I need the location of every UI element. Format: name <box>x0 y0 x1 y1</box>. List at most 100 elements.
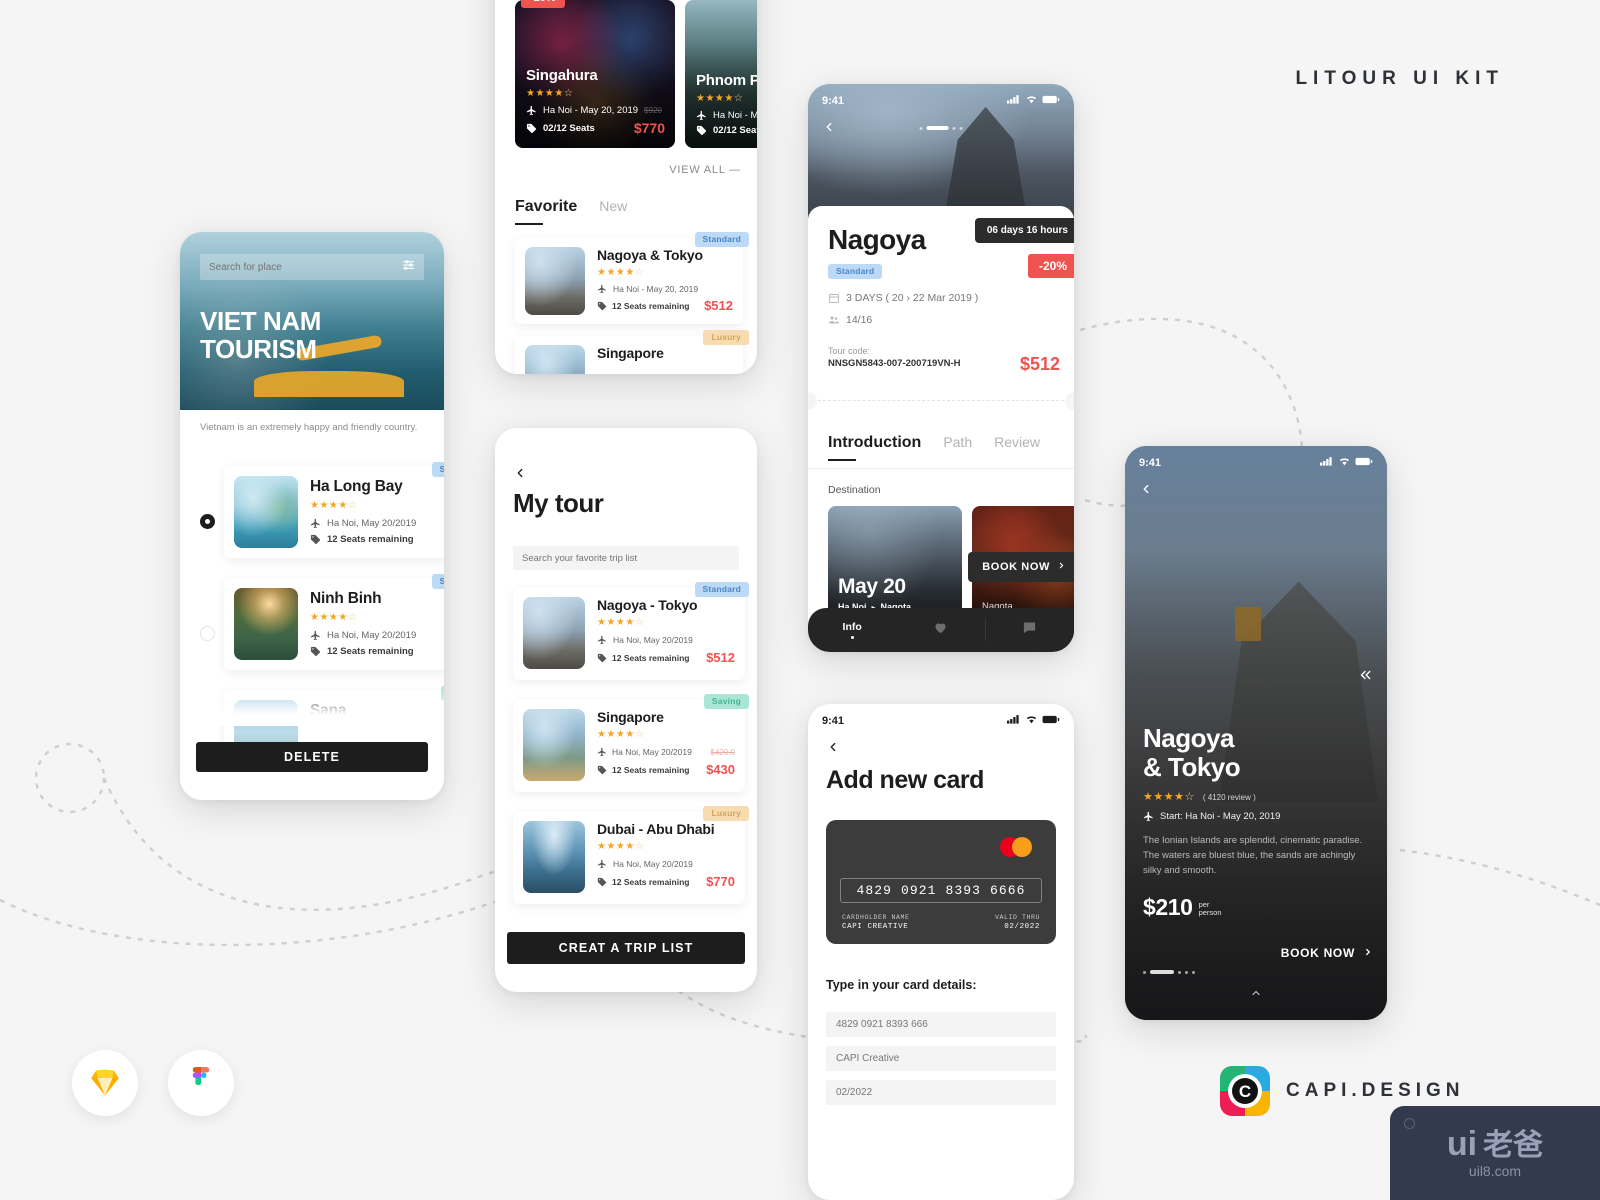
trip-title: Singapore <box>597 709 664 725</box>
status-bar: 9:41 <box>822 714 1060 727</box>
capi-logo-icon: C <box>1220 1066 1270 1116</box>
tab-new[interactable]: New <box>599 198 627 214</box>
rating-stars: ★★★★☆ <box>597 729 645 740</box>
list-item[interactable]: Ha Long Bay ★★★★☆ Ha Noi, May 20/2019 12… <box>200 462 444 558</box>
hero-title-line1: VIET NAM <box>200 306 322 336</box>
depart-info: Ha Noi - May 20, 2019 $920 <box>526 105 665 116</box>
heart-icon <box>933 622 948 639</box>
list-item[interactable]: Ninh Binh ★★★★☆ Ha Noi, May 20/2019 12 S… <box>200 574 444 670</box>
rating-stars: ★★★★☆ <box>597 617 645 628</box>
old-price: $920 <box>644 106 662 115</box>
depart-text: Ha Noi, May 20/2019 <box>327 630 417 641</box>
tab-favorite[interactable]: Favorite <box>515 198 577 225</box>
list-item[interactable]: Dubai - Abu Dhabi ★★★★☆ Ha Noi, May 20/2… <box>513 806 749 904</box>
back-chevron-icon[interactable] <box>1139 482 1153 501</box>
chevron-right-icon <box>1057 561 1066 573</box>
depart-text: Ha Noi, May 20/2019 <box>327 518 417 529</box>
trip-thumbnail <box>525 247 585 315</box>
card-number: 4829 0921 8393 6666 <box>840 878 1042 903</box>
page-heading: My tour <box>513 488 604 518</box>
tabs-divider <box>808 468 1074 469</box>
promo-card[interactable]: -20% Singahura ★★★★☆ Ha Noi - May 20, 20… <box>515 0 675 148</box>
seats-text: 12 Seats remaining <box>612 876 690 887</box>
screen-tour-detail: 9:41 Nagoya 06 days 16 hours Standard -2… <box>808 84 1074 652</box>
delete-button[interactable]: DELETE <box>196 742 428 772</box>
start-info: Start: Ha Noi - May 20, 2019 <box>1143 811 1369 822</box>
nav-item-favorite[interactable] <box>896 620 984 640</box>
tab-introduction[interactable]: Introduction <box>828 434 921 461</box>
tab-review[interactable]: Review <box>994 434 1040 450</box>
carousel-dots[interactable] <box>1143 970 1195 974</box>
back-chevron-icon[interactable] <box>822 120 836 139</box>
seats-info: 12 Seats remaining $770 <box>597 874 735 889</box>
status-bar: 9:41 <box>822 94 1060 107</box>
trip-price: $512 <box>706 650 735 665</box>
cardholder-field[interactable] <box>826 1046 1056 1071</box>
carousel-dots[interactable] <box>919 126 963 130</box>
card-number-field[interactable] <box>826 1012 1056 1037</box>
trip-thumbnail <box>523 821 585 893</box>
search-bar[interactable] <box>513 546 739 570</box>
bottom-nav: Info <box>808 608 1074 652</box>
search-bar[interactable] <box>200 254 424 280</box>
detail-tabs: Introduction Path Review <box>828 434 1040 461</box>
capacity-text: 14/16 <box>846 314 873 326</box>
trip-price: $512 <box>704 298 733 313</box>
page-title: LITOUR UI KIT <box>1295 68 1504 89</box>
list-item[interactable]: Nagoya - Tokyo ★★★★☆ Ha Noi, May 20/2019… <box>513 582 749 680</box>
double-chevron-left-icon[interactable] <box>1357 668 1373 687</box>
search-input[interactable] <box>209 261 402 273</box>
rating-stars: ★★★★☆ <box>526 88 574 99</box>
watermark: ui 老爸 uil8.com <box>1390 1106 1600 1200</box>
discount-badge: -20% <box>1027 254 1074 278</box>
expiry-input[interactable] <box>836 1087 1046 1098</box>
list-item[interactable]: Singapore Luxury <box>515 330 749 374</box>
signal-icon <box>1007 714 1021 727</box>
form-label: Type in your card details: <box>826 978 977 992</box>
status-badge: Luxury <box>703 806 749 821</box>
nav-item-chat[interactable] <box>986 620 1074 640</box>
page-heading: Add new card <box>826 766 984 794</box>
tab-path[interactable]: Path <box>943 434 972 450</box>
destination-date: May 20 <box>838 575 906 598</box>
card-number-input[interactable] <box>836 1019 1046 1030</box>
seats-info: 12 Seats remaining <box>310 646 444 657</box>
create-trip-list-button[interactable]: CREAT A TRIP LIST <box>507 932 745 964</box>
search-input[interactable] <box>522 552 730 564</box>
nav-item-info[interactable]: Info <box>808 621 896 639</box>
status-time: 9:41 <box>822 714 845 727</box>
book-now-button[interactable]: BOOK NOW <box>968 552 1074 582</box>
depart-info: Ha Noi - May 20, 2019 <box>597 284 733 294</box>
cardholder-input[interactable] <box>836 1053 1046 1064</box>
screen-favorite: -20% Singahura ★★★★☆ Ha Noi - May 20, 20… <box>495 0 757 374</box>
rating-stars: ★★★★☆ <box>597 267 645 278</box>
list-item[interactable]: Nagoya & Tokyo ★★★★☆ Ha Noi - May 20, 20… <box>515 232 749 324</box>
promo-price: $770 <box>633 120 665 136</box>
list-fade <box>180 686 444 726</box>
trip-title: Nagoya - Tokyo <box>597 597 698 613</box>
ui-kit-canvas: LITOUR UI KIT VIET NAM TOURISM Vietnam i… <box>0 0 1600 1200</box>
depart-text: Ha Noi - May 20, 2019 <box>713 110 757 121</box>
back-chevron-icon[interactable] <box>826 740 840 759</box>
seats-text: 12 Seats remaining <box>327 646 414 657</box>
review-count: ( 4120 review ) <box>1202 793 1256 803</box>
back-chevron-icon[interactable] <box>513 466 527 485</box>
expiry-field[interactable] <box>826 1080 1056 1105</box>
status-badge: Standard <box>828 264 883 279</box>
credit-card[interactable]: 4829 0921 8393 6666 CARDHOLDER NAME CAPI… <box>826 820 1056 944</box>
list-item[interactable]: Singapore ★★★★☆ Ha Noi, May 20/2019 $420… <box>513 694 749 792</box>
book-now-button[interactable]: BOOK NOW <box>1281 944 1373 962</box>
view-all-link[interactable]: VIEW ALL — <box>669 164 741 176</box>
chevron-up-icon[interactable] <box>1249 986 1264 1004</box>
radio-unselected[interactable] <box>200 626 215 641</box>
radio-selected[interactable] <box>200 514 215 529</box>
tour-code-value: NNSGN5843-007-200719VN-H <box>828 358 961 369</box>
filter-icon[interactable] <box>402 258 415 276</box>
seats-text: 12 Seats remaining <box>612 764 690 775</box>
cardholder-label: CARDHOLDER NAME <box>842 914 910 921</box>
promo-card[interactable]: Phnom Penh ★★★★☆ Ha Noi - May 20, 2019 0… <box>685 0 757 148</box>
detail-info-sheet: Nagoya 06 days 16 hours Standard -20% 3 … <box>808 206 1074 652</box>
trip-price: $770 <box>706 874 735 889</box>
wifi-icon <box>1025 714 1038 727</box>
signal-icon <box>1007 94 1021 107</box>
